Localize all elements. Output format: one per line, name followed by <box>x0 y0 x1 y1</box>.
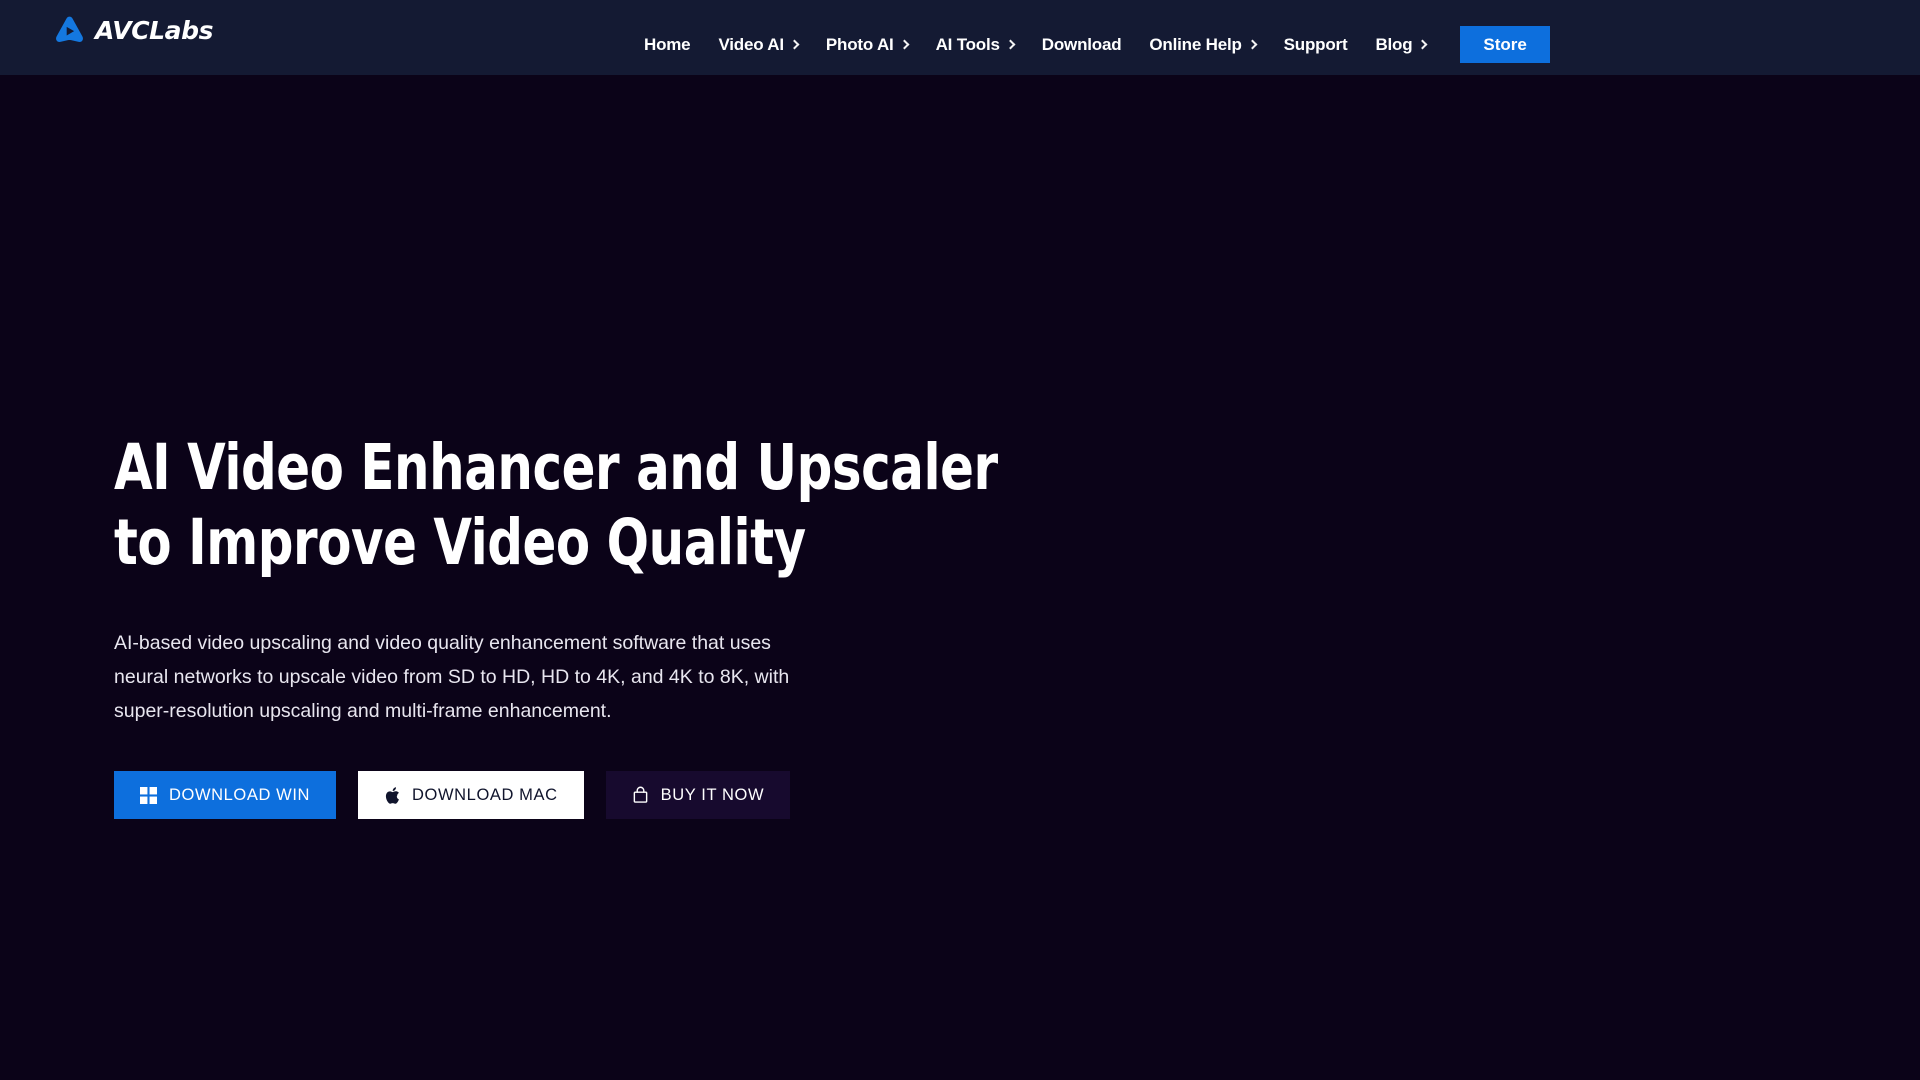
hero-content: AI Video Enhancer and Upscaler to Improv… <box>114 430 998 819</box>
hero-heading-line-1: AI Video Enhancer and Upscaler <box>114 431 998 504</box>
logo-svg <box>56 16 83 42</box>
nav-label: Download <box>1041 34 1122 54</box>
download-win-label: DOWNLOAD WIN <box>169 785 311 804</box>
nav-label: Home <box>644 34 691 54</box>
nav-label: Blog <box>1375 34 1413 54</box>
chevron-right-icon <box>1247 39 1258 50</box>
main-navigation: Home Video AI Photo AI AI Tools Download… <box>630 26 1550 63</box>
hero-heading-line-2: to Improve Video Quality <box>114 506 806 579</box>
nav-label: Support <box>1283 34 1348 54</box>
brand-name: AVCLabs <box>95 16 214 45</box>
chevron-right-icon <box>1005 39 1016 50</box>
apple-logo-icon <box>384 786 400 805</box>
brand-logo-link[interactable]: AVCLabs <box>53 14 214 47</box>
buy-it-now-button[interactable]: BUY IT NOW <box>605 771 791 819</box>
windows-logo-icon <box>140 786 157 804</box>
download-mac-label: DOWNLOAD MAC <box>412 785 558 804</box>
hero-description: AI-based video upscaling and video quali… <box>114 632 790 722</box>
site-header: AVCLabs Home Video AI Photo AI AI Tools … <box>0 0 1920 75</box>
hero-cta-group: DOWNLOAD WIN DOWNLOAD MAC BUY IT NOW <box>114 771 934 819</box>
nav-label: Photo AI <box>825 34 894 54</box>
avclabs-triangle-play-logo-icon <box>53 14 86 47</box>
nav-item-ai-tools[interactable]: AI Tools <box>922 30 1028 60</box>
hero-heading: AI Video Enhancer and Upscaler to Improv… <box>114 430 998 580</box>
chevron-right-icon <box>1417 39 1428 50</box>
nav-item-photo-ai[interactable]: Photo AI <box>812 30 922 60</box>
nav-label: Online Help <box>1149 34 1242 54</box>
hero-section: AI Video Enhancer and Upscaler to Improv… <box>0 75 1920 1080</box>
nav-label: Video AI <box>718 34 784 54</box>
nav-item-support[interactable]: Support <box>1270 30 1362 60</box>
buy-it-now-label: BUY IT NOW <box>660 785 765 804</box>
shopping-bag-icon <box>632 786 649 804</box>
nav-label: AI Tools <box>935 34 1000 54</box>
download-win-button[interactable]: DOWNLOAD WIN <box>114 771 337 819</box>
chevron-right-icon <box>789 39 800 50</box>
nav-item-online-help[interactable]: Online Help <box>1135 30 1269 60</box>
chevron-right-icon <box>899 39 910 50</box>
store-button[interactable]: Store <box>1460 26 1550 63</box>
download-mac-button[interactable]: DOWNLOAD MAC <box>358 771 584 819</box>
nav-item-home[interactable]: Home <box>630 30 704 60</box>
nav-item-blog[interactable]: Blog <box>1361 30 1440 60</box>
nav-item-video-ai[interactable]: Video AI <box>704 30 811 60</box>
nav-item-download[interactable]: Download <box>1028 30 1136 60</box>
